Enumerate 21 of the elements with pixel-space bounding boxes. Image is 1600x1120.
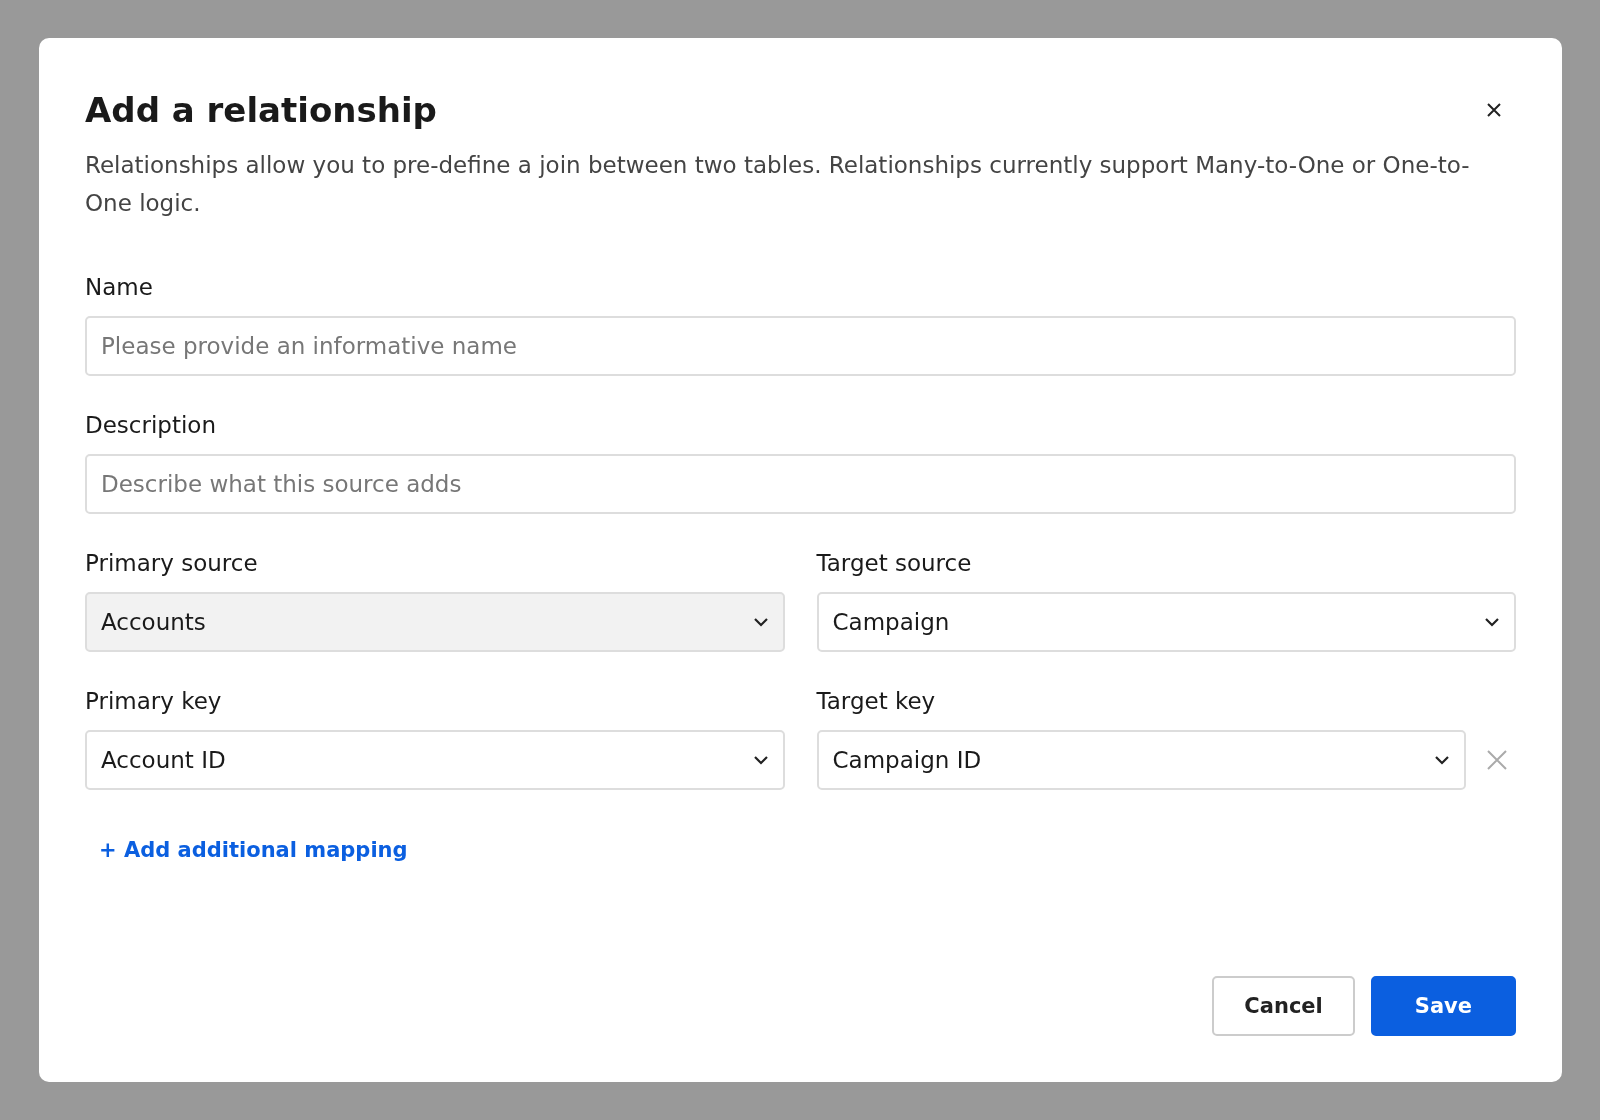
field-label: Target key xyxy=(816,688,937,714)
dropdown-field[interactable]: Campaign ID xyxy=(816,730,1466,790)
add-mapping-link[interactable]: + Add additional mapping xyxy=(99,838,408,862)
chevron-down-icon xyxy=(1484,617,1500,627)
dialog-title: Add a relationship xyxy=(85,90,437,130)
dropdown-field[interactable]: Campaign xyxy=(816,592,1516,652)
dialog-description: Relationships allow you to pre-define a join between two tables. Relationships currently support Many-to-One or One-to-One logic. xyxy=(85,151,1471,218)
field-label: Target source xyxy=(816,550,973,576)
cancel-button[interactable]: Cancel xyxy=(1212,976,1355,1036)
save-button[interactable]: Save xyxy=(1370,976,1516,1036)
chevron-down-icon xyxy=(1434,755,1450,765)
field-label: Description xyxy=(85,412,217,438)
field-label: Name xyxy=(85,274,154,300)
dropdown-field[interactable]: Account ID xyxy=(85,730,785,790)
input-field[interactable]: Describe what this source adds xyxy=(85,454,1516,514)
input-field[interactable]: Please provide an informative name xyxy=(85,316,1516,376)
field-label: Primary key xyxy=(85,688,223,714)
field-label: Primary source xyxy=(85,550,259,576)
chevron-down-icon xyxy=(752,617,769,627)
chevron-down-icon xyxy=(752,755,769,765)
close-icon[interactable] xyxy=(1486,102,1502,118)
